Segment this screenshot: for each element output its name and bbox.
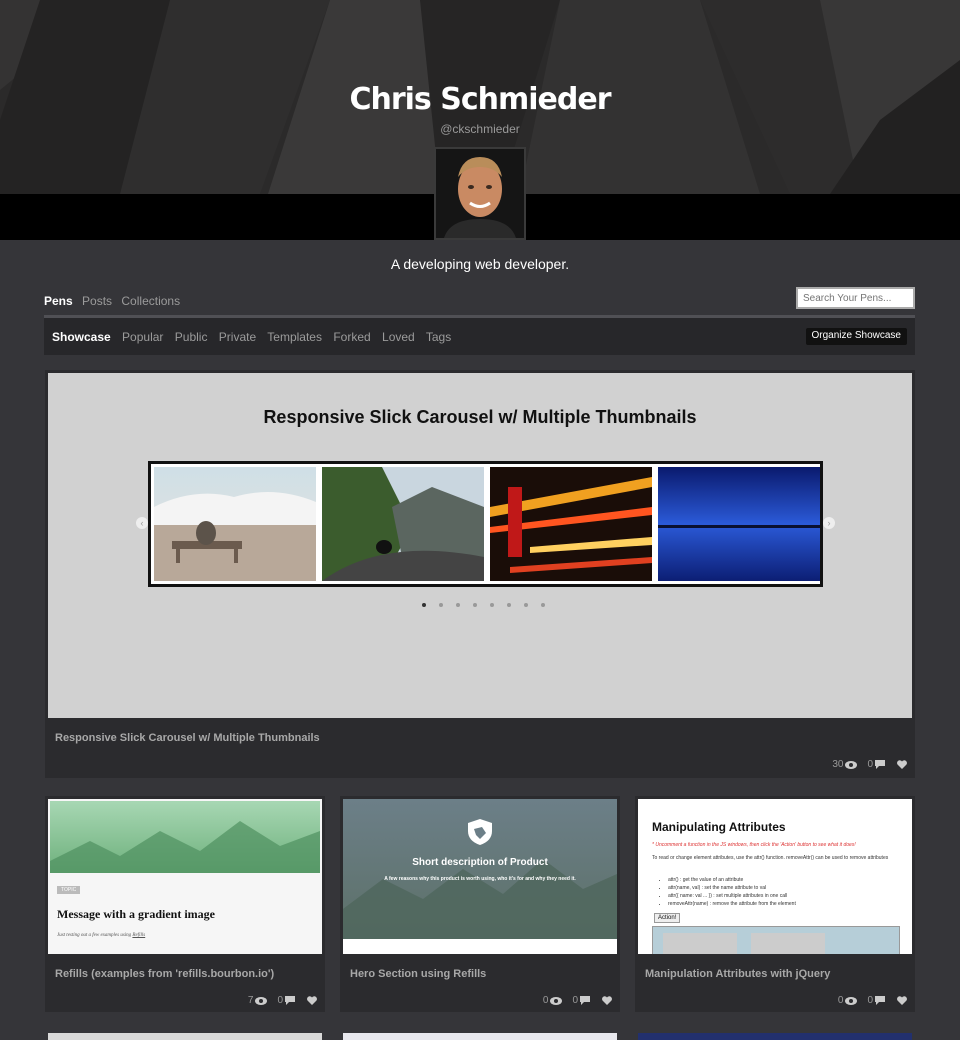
carousel-dot[interactable] [541, 603, 545, 607]
avatar[interactable] [434, 147, 526, 240]
subnav-item-private[interactable]: Private [219, 330, 256, 344]
view-count: 7 [248, 995, 268, 1006]
pen-stats: 0 0 [828, 995, 907, 1006]
carousel-dots [422, 594, 558, 612]
view-count: 0 [543, 995, 563, 1006]
list-item: attr(name, val) : set the name attribute… [668, 884, 898, 892]
pen-title[interactable]: Hero Section using Refills [350, 968, 486, 980]
comment-icon [285, 996, 295, 1005]
eye-icon [255, 996, 268, 1005]
pen-stats: 30 0 [822, 759, 907, 770]
carousel-dot[interactable] [422, 603, 426, 607]
pen-stats: 7 0 [238, 995, 317, 1006]
subnav-item-public[interactable]: Public [175, 330, 208, 344]
preview-heading: Message with a gradient image [57, 907, 215, 921]
comment-icon [580, 996, 590, 1005]
list-item: removeAttr(name) : remove the attribute … [668, 900, 898, 908]
heart-icon [602, 996, 612, 1005]
comment-count[interactable]: 0 [572, 995, 590, 1006]
pen-card-peek[interactable] [638, 1033, 912, 1040]
tab-collections[interactable]: Collections [121, 294, 180, 308]
pen-card: TOPIC Message with a gradient image Just… [45, 796, 325, 1012]
pen-preview[interactable]: Responsive Slick Carousel w/ Multiple Th… [48, 373, 912, 718]
carousel-dot[interactable] [490, 603, 494, 607]
pen-card: Manipulating Attributes * Uncomment a fu… [635, 796, 915, 1012]
heart-icon [307, 996, 317, 1005]
pen-title[interactable]: Responsive Slick Carousel w/ Multiple Th… [55, 732, 320, 744]
list-item: attr({ name: val ... }) : set multiple a… [668, 892, 898, 900]
view-count: 30 [832, 759, 858, 770]
preview-heading: Manipulating Attributes [652, 820, 786, 834]
comment-count[interactable]: 0 [867, 995, 885, 1006]
pens-subnav: Showcase Popular Public Private Template… [44, 315, 915, 355]
carousel-dot[interactable] [473, 603, 477, 607]
comment-icon [875, 760, 885, 769]
heart-icon [897, 760, 907, 769]
demo-block [663, 933, 737, 954]
profile-name: Chris Schmieder [349, 82, 611, 117]
preview-note: * Uncomment a function in the JS windows… [652, 842, 856, 848]
tab-pens[interactable]: Pens [44, 294, 73, 308]
pen-preview[interactable]: Manipulating Attributes * Uncomment a fu… [638, 799, 912, 954]
search-input[interactable] [796, 287, 915, 309]
love-button[interactable] [600, 996, 612, 1005]
pen-stats: 0 0 [533, 995, 612, 1006]
carousel-slide-bench [154, 467, 316, 581]
attribute-list: attr() : get the value of an attribute a… [668, 876, 898, 908]
view-count: 0 [838, 995, 858, 1006]
carousel-slide-city-lights [490, 467, 652, 581]
preview-intro: To read or change element attributes, us… [652, 855, 889, 861]
carousel-dot[interactable] [439, 603, 443, 607]
carousel-prev-icon[interactable]: ‹ [136, 517, 148, 529]
subnav-item-forked[interactable]: Forked [333, 330, 370, 344]
gradient-image [50, 801, 320, 873]
organize-showcase-button[interactable]: Organize Showcase [805, 328, 907, 345]
preview-note: Just testing out a few examples using Re… [57, 933, 146, 938]
pen-card: Short description of Product A few reaso… [340, 796, 620, 1012]
love-button[interactable] [305, 996, 317, 1005]
demo-block [751, 933, 825, 954]
pen-preview[interactable]: Short description of Product A few reaso… [343, 799, 617, 954]
action-button[interactable]: Action! [654, 913, 681, 923]
showcase-pen-card: Responsive Slick Carousel w/ Multiple Th… [45, 370, 915, 778]
subnav-item-templates[interactable]: Templates [267, 330, 322, 344]
love-button[interactable] [895, 996, 907, 1005]
pen-preview[interactable]: TOPIC Message with a gradient image Just… [48, 799, 322, 954]
pen-title[interactable]: Manipulation Attributes with jQuery [645, 968, 830, 980]
pen-card-peek[interactable] [343, 1033, 617, 1040]
comment-icon [875, 996, 885, 1005]
comment-count[interactable]: 0 [867, 759, 885, 770]
subnav-item-loved[interactable]: Loved [382, 330, 415, 344]
carousel-next-icon[interactable]: › [823, 517, 835, 529]
subnav-item-showcase[interactable]: Showcase [52, 330, 111, 344]
preview-subtext: A few reasons why this product is worth … [384, 876, 576, 882]
comment-count[interactable]: 0 [277, 995, 295, 1006]
heart-icon [897, 996, 907, 1005]
pen-card-peek[interactable] [48, 1033, 322, 1040]
carousel-dot[interactable] [507, 603, 511, 607]
profile-tabs: Pens Posts Collections [44, 294, 186, 308]
love-button[interactable] [895, 760, 907, 769]
topic-tag: TOPIC [57, 886, 81, 894]
profile-bio: A developing web developer. [390, 256, 570, 272]
eye-icon [845, 760, 858, 769]
carousel-dot[interactable] [456, 603, 460, 607]
pen-title[interactable]: Refills (examples from 'refills.bourbon.… [55, 968, 274, 980]
subnav-item-tags[interactable]: Tags [426, 330, 451, 344]
profile-handle[interactable]: @ckschmieder [0, 122, 960, 136]
subnav-item-popular[interactable]: Popular [122, 330, 163, 344]
carousel-slide-tunnel [322, 467, 484, 581]
list-item: attr() : get the value of an attribute [668, 876, 898, 884]
carousel-dot[interactable] [524, 603, 528, 607]
carousel [148, 461, 823, 587]
demo-box [652, 926, 900, 954]
tab-posts[interactable]: Posts [82, 294, 112, 308]
eye-icon [845, 996, 858, 1005]
carousel-slide-lake [658, 467, 820, 581]
eye-icon [550, 996, 563, 1005]
shield-icon [468, 819, 492, 845]
preview-heading: Responsive Slick Carousel w/ Multiple Th… [263, 407, 697, 427]
preview-heading: Short description of Product [412, 857, 548, 868]
